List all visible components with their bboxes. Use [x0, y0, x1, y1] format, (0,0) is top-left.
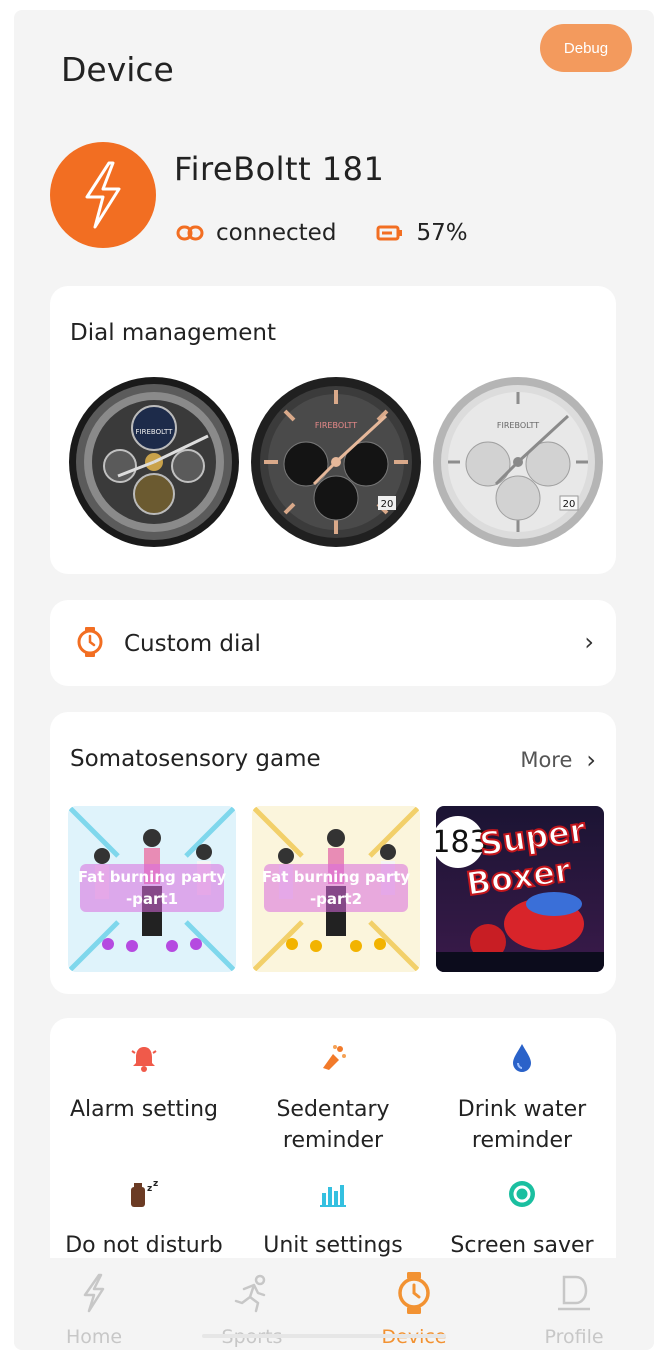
screen-saver-label: Screen saver	[450, 1233, 594, 1258]
tab-profile[interactable]: Profile	[514, 1270, 634, 1348]
game-thumb-super-boxer[interactable]: 183 Super Boxer	[436, 806, 604, 972]
game-thumb-fat-burning-1[interactable]: Fat burning party -part1	[68, 806, 236, 972]
device-name: FireBoltt 181	[174, 150, 385, 188]
sedentary-icon	[323, 1045, 346, 1070]
device-screen: Debug Device FireBoltt 181 connected 57%…	[14, 10, 654, 1350]
device-status-row: connected 57%	[176, 220, 468, 246]
device-logo	[50, 142, 156, 248]
dial-black-rose[interactable]: 20 FIREBOLTT	[250, 376, 422, 548]
watch-icon	[76, 626, 104, 662]
alarm-setting-label: Alarm setting	[70, 1097, 218, 1122]
debug-button[interactable]: Debug	[540, 24, 632, 72]
home-indicator	[202, 1334, 446, 1338]
connection-status: connected	[216, 220, 337, 246]
lightning-bolt-icon	[85, 161, 121, 229]
alarm-setting-item[interactable]: Alarm setting	[50, 1042, 238, 1125]
drink-water-label-line1: Drink water	[457, 1097, 587, 1122]
do-not-disturb-item[interactable]: z z Do not disturb	[50, 1178, 238, 1261]
profile-icon	[558, 1275, 590, 1311]
more-link[interactable]: More ›	[520, 746, 596, 774]
link-icon	[176, 224, 204, 242]
somatosensory-game-card: Somatosensory game More › Fat burning pa…	[50, 712, 616, 994]
screen-saver-icon	[509, 1181, 535, 1207]
game-thumb-fat-burning-2[interactable]: Fat burning party -part2	[252, 806, 420, 972]
chevron-right-icon: ›	[586, 746, 596, 774]
alarm-bell-icon	[131, 1047, 157, 1072]
home-bolt-icon	[83, 1273, 105, 1313]
unit-settings-icon	[320, 1185, 346, 1207]
do-not-disturb-label: Do not disturb	[65, 1233, 223, 1258]
sedentary-reminder-item[interactable]: Sedentary reminder	[239, 1042, 427, 1156]
tab-home-label: Home	[65, 1326, 123, 1348]
page-title: Device	[61, 50, 174, 89]
running-icon	[234, 1274, 266, 1313]
game-title-line2: -part2	[310, 890, 362, 908]
battery-icon	[376, 224, 404, 242]
dial-brand-text: FIREBOLTT	[136, 428, 174, 436]
sedentary-label-line2: reminder	[282, 1128, 384, 1153]
do-not-disturb-icon: z z	[131, 1179, 158, 1207]
chevron-right-icon: ›	[584, 628, 594, 656]
dial-skeleton[interactable]: FIREBOLTT	[68, 376, 240, 548]
dial-brand-text: FIREBOLTT	[497, 421, 539, 430]
svg-text:z: z	[153, 1179, 158, 1189]
svg-text:z: z	[147, 1184, 152, 1194]
dial-management-card: Dial management FIREBOLTT 20 FIREBOLTT 2…	[50, 286, 616, 574]
game-title-line1: Fat burning party	[262, 868, 411, 886]
battery-level: 57%	[416, 220, 468, 246]
drink-water-reminder-item[interactable]: Drink water reminder	[428, 1042, 616, 1156]
custom-dial-label: Custom dial	[124, 631, 261, 657]
dial-date-text: 20	[563, 499, 576, 510]
more-label: More	[520, 748, 573, 772]
game-title-line1: Fat burning party	[78, 868, 227, 886]
screen-saver-item[interactable]: Screen saver	[428, 1178, 616, 1261]
game-section-title: Somatosensory game	[70, 746, 321, 772]
dial-brand-text: FIREBOLTT	[315, 421, 357, 430]
water-drop-icon	[513, 1044, 531, 1072]
tab-profile-label: Profile	[544, 1326, 604, 1348]
dial-management-title: Dial management	[70, 320, 276, 346]
watch-icon	[398, 1272, 430, 1314]
custom-dial-row[interactable]: Custom dial ›	[50, 600, 616, 686]
game-title-line2: -part1	[126, 890, 178, 908]
tab-home[interactable]: Home	[34, 1270, 154, 1348]
unit-settings-label: Unit settings	[263, 1233, 403, 1258]
unit-settings-item[interactable]: Unit settings	[239, 1178, 427, 1261]
dial-silver[interactable]: 20 FIREBOLTT	[432, 376, 604, 548]
sedentary-label-line1: Sedentary	[276, 1097, 390, 1122]
settings-grid-card: Alarm setting Sedentary reminder Drink w…	[50, 1018, 616, 1268]
drink-water-label-line2: reminder	[471, 1128, 573, 1153]
dial-date-text: 20	[381, 499, 394, 510]
